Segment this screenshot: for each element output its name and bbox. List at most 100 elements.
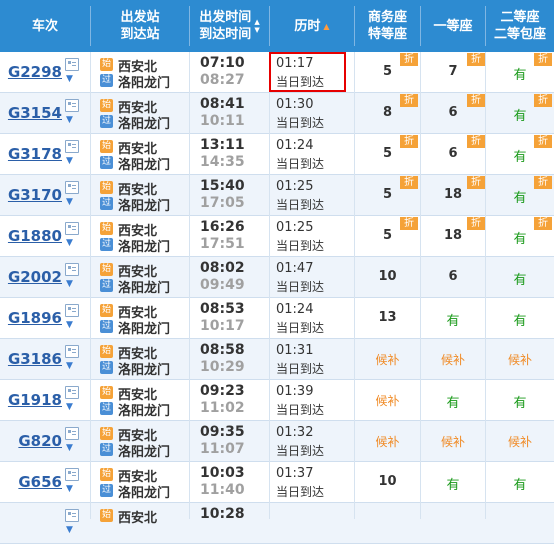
business-seat-availability[interactable]: 候补 [355,433,420,450]
second-class-availability[interactable]: 候补 [486,433,554,450]
train-number-link[interactable]: G3154 [2,104,62,122]
train-info-icon[interactable] [65,58,79,71]
train-number-link[interactable]: G3186 [2,350,62,368]
table-row[interactable]: G3154 ▼ 始 过 西安北 洛阳龙门 08:41 10:11 01:30 当… [0,93,554,134]
business-seat-availability[interactable]: 5 [355,228,420,243]
via-station-badge: 过 [100,156,113,169]
business-seat-availability[interactable]: 5 [355,187,420,202]
first-class-availability[interactable]: 7 [421,64,485,79]
first-class-availability[interactable]: 有 [421,310,485,329]
chevron-down-icon[interactable]: ▼ [66,361,73,371]
departure-time: 09:35 [200,424,245,440]
first-class-availability[interactable]: 18 [421,228,485,243]
duration: 01:31 [276,343,314,358]
duration: 01:24 [276,138,314,153]
train-info-icon[interactable] [65,263,79,276]
sort-up-icon[interactable]: ▲ [323,18,329,35]
chevron-down-icon[interactable]: ▼ [66,525,73,535]
discount-tag: 折 [534,176,552,189]
second-class-availability[interactable]: 有 [486,474,554,493]
table-row[interactable]: G656 ▼ 始 过 西安北 洛阳龙门 10:03 11:40 01:37 当日… [0,462,554,503]
table-row[interactable]: ▼ 始 过 西安北 10:28 折 折 折 [0,503,554,544]
train-info-icon[interactable] [65,181,79,194]
train-number-link[interactable]: G2298 [2,63,62,81]
first-class-availability[interactable]: 候补 [421,351,485,368]
arrival-day: 当日到达 [276,280,325,294]
second-class-availability[interactable]: 有 [486,64,554,83]
arrival-station: 洛阳龙门 [118,363,171,378]
business-seat-availability[interactable]: 10 [355,474,420,489]
train-info-icon[interactable] [65,345,79,358]
discount-tag: 折 [400,94,418,107]
arrival-day: 当日到达 [276,239,325,253]
arrival-time: 17:51 [200,236,245,252]
second-class-availability[interactable]: 有 [486,392,554,411]
table-row[interactable]: G1880 ▼ 始 过 西安北 洛阳龙门 16:26 17:51 01:25 当… [0,216,554,257]
header-times[interactable]: 出发时间 到达时间 ▲ ▼ [190,0,269,52]
train-info-icon[interactable] [65,509,79,522]
train-number-link[interactable]: G3170 [2,186,62,204]
train-number-link[interactable]: G1918 [2,391,62,409]
second-class-availability[interactable]: 有 [486,187,554,206]
train-info-icon[interactable] [65,222,79,235]
table-row[interactable]: G3186 ▼ 始 过 西安北 洛阳龙门 08:58 10:29 01:31 当… [0,339,554,380]
second-class-availability[interactable]: 候补 [486,351,554,368]
chevron-down-icon[interactable]: ▼ [66,197,73,207]
first-class-availability[interactable]: 候补 [421,433,485,450]
first-class-availability[interactable]: 6 [421,269,485,284]
chevron-down-icon[interactable]: ▼ [66,74,73,84]
chevron-down-icon[interactable]: ▼ [66,279,73,289]
first-class-availability[interactable]: 有 [421,474,485,493]
table-row[interactable]: G820 ▼ 始 过 西安北 洛阳龙门 09:35 11:07 01:32 当日… [0,421,554,462]
sort-arrows-icon[interactable]: ▲ ▼ [254,18,259,34]
chevron-down-icon[interactable]: ▼ [66,484,73,494]
first-class-availability[interactable]: 18 [421,187,485,202]
business-seat-availability[interactable]: 候补 [355,351,420,368]
first-class-availability[interactable]: 6 [421,146,485,161]
chevron-down-icon[interactable]: ▼ [66,443,73,453]
start-station-badge: 始 [100,427,113,440]
train-number-link[interactable]: G2002 [2,268,62,286]
chevron-down-icon[interactable]: ▼ [66,320,73,330]
second-class-availability[interactable]: 有 [486,228,554,247]
train-number-link[interactable]: G3178 [2,145,62,163]
second-class-availability[interactable]: 有 [486,310,554,329]
train-info-icon[interactable] [65,427,79,440]
business-seat-availability[interactable]: 8 [355,105,420,120]
second-class-availability[interactable]: 有 [486,105,554,124]
table-row[interactable]: G3170 ▼ 始 过 西安北 洛阳龙门 15:40 17:05 01:25 当… [0,175,554,216]
chevron-down-icon[interactable]: ▼ [66,115,73,125]
business-seat-availability[interactable]: 10 [355,269,420,284]
train-number-link[interactable]: G1880 [2,227,62,245]
chevron-down-icon[interactable]: ▼ [66,156,73,166]
business-seat-availability[interactable]: 候补 [355,392,420,409]
table-row[interactable]: G1918 ▼ 始 过 西安北 洛阳龙门 09:23 11:02 01:39 当… [0,380,554,421]
chevron-down-icon[interactable]: ▼ [66,402,73,412]
train-info-icon[interactable] [65,140,79,153]
train-info-icon[interactable] [65,468,79,481]
train-info-icon[interactable] [65,304,79,317]
header-business: 商务座 特等座 [367,10,407,42]
business-seat-availability[interactable]: 5 [355,64,420,79]
business-seat-availability[interactable]: 13 [355,310,420,325]
train-number-link[interactable]: G1896 [2,309,62,327]
discount-tag: 折 [534,135,552,148]
departure-time: 10:03 [200,465,245,481]
table-row[interactable]: G3178 ▼ 始 过 西安北 洛阳龙门 13:11 14:35 01:24 当… [0,134,554,175]
second-class-availability[interactable]: 有 [486,269,554,288]
train-info-icon[interactable] [65,386,79,399]
first-class-availability[interactable]: 6 [421,105,485,120]
second-class-availability[interactable]: 有 [486,146,554,165]
via-station-badge: 过 [100,484,113,497]
chevron-down-icon[interactable]: ▼ [66,238,73,248]
header-duration[interactable]: 历时 ▲ [270,0,354,52]
business-seat-availability[interactable]: 5 [355,146,420,161]
table-row[interactable]: G1896 ▼ 始 过 西安北 洛阳龙门 08:53 10:17 01:24 当… [0,298,554,339]
table-row[interactable]: G2002 ▼ 始 过 西安北 洛阳龙门 08:02 09:49 01:47 当… [0,257,554,298]
train-info-icon[interactable] [65,99,79,112]
train-number-link[interactable]: G656 [2,473,62,491]
first-class-availability[interactable]: 有 [421,392,485,411]
arrival-time: 11:40 [200,482,245,498]
via-station-badge: 过 [100,361,113,374]
train-number-link[interactable]: G820 [2,432,62,450]
